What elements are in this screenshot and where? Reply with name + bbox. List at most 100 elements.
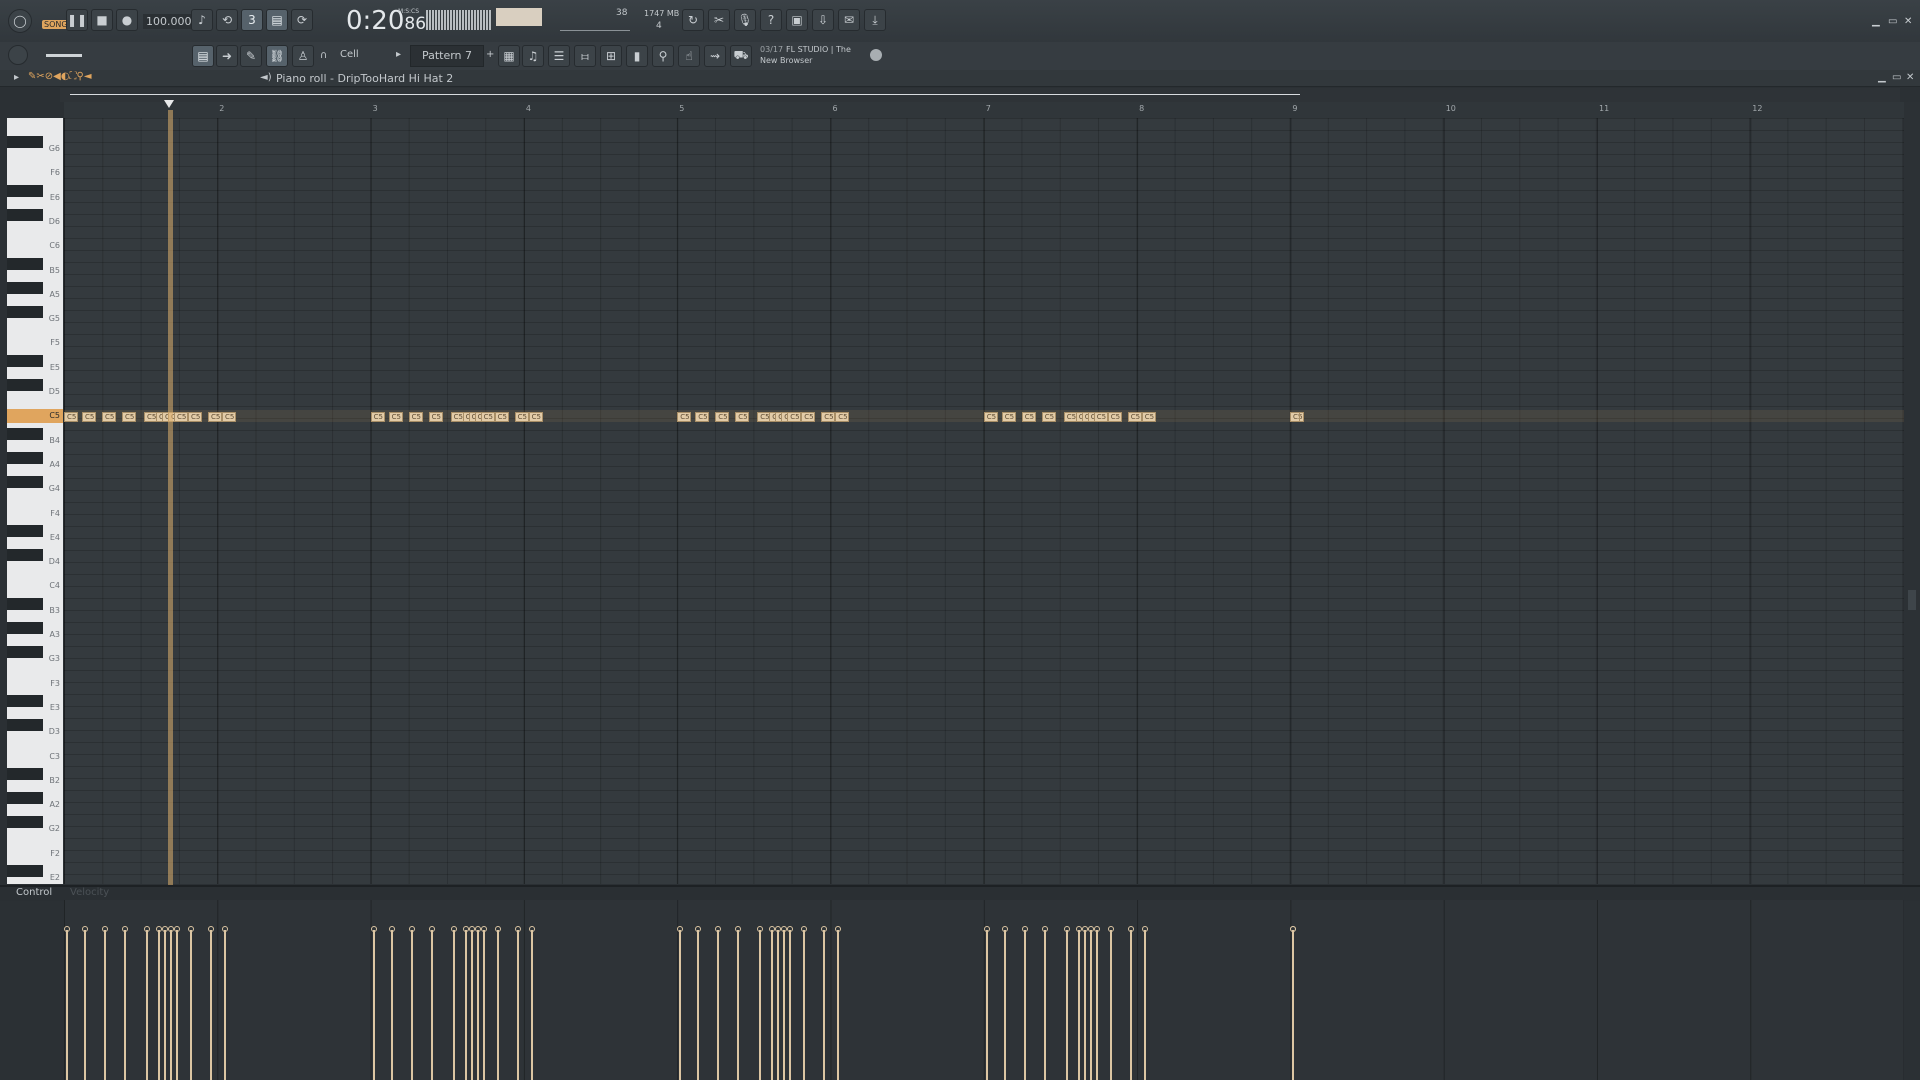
black-key[interactable] [7,816,43,829]
velocity-handle[interactable] [983,926,990,932]
velocity-handle[interactable] [1127,926,1134,932]
velocity-bar[interactable] [410,930,413,1080]
pr-maximize-icon[interactable]: ▭ [1892,72,1901,83]
speaker-icon[interactable]: ◄) [260,72,272,83]
note[interactable]: C5 [735,412,750,422]
velocity-bar[interactable] [1109,930,1112,1080]
note[interactable]: C5 [1107,412,1122,422]
velocity-bar[interactable] [124,930,126,1080]
black-key[interactable] [7,379,43,391]
arrow-tool-icon[interactable]: ➜ [216,45,238,67]
black-key[interactable] [7,354,43,367]
vertical-scrollbar[interactable] [1904,102,1920,884]
velocity-handle[interactable] [1001,926,1008,932]
black-key[interactable] [7,694,43,707]
pattern-prev-icon[interactable]: ▸ [396,49,401,60]
velocity-bar[interactable] [737,930,740,1080]
note[interactable]: C5 [1001,412,1016,422]
stop-button[interactable]: ■ [91,9,113,31]
velocity-handle[interactable] [474,926,481,932]
velocity-handle[interactable] [528,926,535,932]
countdown-icon[interactable]: 3 [241,9,263,31]
black-key[interactable] [7,646,43,659]
pencil-icon[interactable]: ✎ [240,45,262,67]
velocity-bar[interactable] [679,930,682,1080]
note[interactable]: C5 [1021,412,1036,422]
link-icon[interactable]: ⛓ [266,45,288,67]
velocity-bar[interactable] [530,930,533,1080]
velocity-handle[interactable] [1041,926,1048,932]
velocity-bar[interactable] [759,930,762,1080]
pr-close-icon[interactable]: ✕ [1906,72,1914,83]
velocity-bar[interactable] [1043,930,1046,1080]
black-key[interactable] [7,427,43,440]
velocity-handle[interactable] [735,926,742,932]
velocity-handle[interactable] [102,926,108,932]
main-menu-icon[interactable]: ◯ [8,9,32,33]
note[interactable]: C5 [174,412,188,422]
pattern-overview[interactable] [60,88,1900,102]
velocity-bar[interactable] [470,930,473,1080]
black-key[interactable] [7,792,43,805]
touch-keyboard-icon[interactable]: ☝ [678,45,700,67]
minimize-icon[interactable]: ▁ [1872,16,1880,27]
velocity-bar[interactable] [66,930,68,1080]
note[interactable]: C5 [821,412,836,422]
timeline-ruler[interactable]: 2 3 4 5 6 7 8 9 10 11 12 [64,100,1904,119]
playhead-marker-icon[interactable] [164,100,174,108]
velocity-bar[interactable] [1143,930,1146,1080]
velocity-handle[interactable] [480,926,487,932]
pr-minimize-icon[interactable]: ▁ [1878,72,1886,83]
black-key[interactable] [7,767,43,780]
piano-keyboard[interactable]: G6 F6 E6 D6 C6 B5 A5 G5 F5 E5 D5 C5 B4 A4 G4 F4 E4 D4 C4 B3… [7,118,63,884]
velocity-handle[interactable] [122,926,128,932]
velocity-handle[interactable] [835,926,842,932]
globe-icon[interactable] [870,49,882,61]
playlist-window-icon[interactable]: ▦ [498,45,520,67]
snap-selector[interactable]: Cell [340,49,359,60]
velocity-bar[interactable] [464,930,467,1080]
piano-roll-window-icon[interactable]: ♫ [522,45,544,67]
shop-icon[interactable]: ⛟ [730,45,752,67]
velocity-bar[interactable] [1065,930,1068,1080]
news-line2[interactable]: New Browser [760,56,812,65]
tools-icon[interactable]: ✂ [708,9,730,31]
velocity-handle[interactable] [1075,926,1082,932]
velocity-bar[interactable] [224,930,226,1080]
note-grid[interactable]: C5 C5 C5 C5 C5 C5 C5 C5 C5 C5 C5 C5 C5 C5 C5 C5 C5 C5 C5 C5… [64,118,1904,884]
note[interactable]: C5 [1141,412,1156,422]
note[interactable]: C5 [480,412,495,422]
tempo-tapper-icon[interactable]: ⇝ [704,45,726,67]
black-key[interactable] [7,524,43,537]
black-key[interactable] [7,476,43,489]
stamp-icon[interactable]: ♙ [292,45,314,67]
velocity-handle[interactable] [468,926,475,932]
velocity-bar[interactable] [777,930,780,1080]
piano-roll-menu-icon[interactable]: ▸ [14,72,19,83]
note[interactable]: C5 [835,412,850,422]
velocity-handle[interactable] [208,926,214,932]
maximize-icon[interactable]: ▭ [1888,16,1897,27]
note[interactable]: C5 [122,412,136,422]
velocity-bar[interactable] [1089,930,1092,1080]
black-key[interactable] [7,208,43,221]
note[interactable]: C5 [695,412,710,422]
black-key[interactable] [7,306,43,319]
pattern-selector[interactable]: Pattern 7 [410,45,484,67]
note[interactable]: C5 [388,412,403,422]
velocity-handle[interactable] [1081,926,1088,932]
velocity-handle[interactable] [715,926,722,932]
velocity-handle[interactable] [222,926,228,932]
velocity-bar[interactable] [390,930,393,1080]
velocity-handle[interactable] [174,926,180,932]
step-edit-icon[interactable]: ▤ [266,9,288,31]
velocity-handle[interactable] [388,926,395,932]
add-pattern-icon[interactable]: + [486,49,494,60]
magnet-icon[interactable]: ∩ [320,50,327,61]
help-icon[interactable]: ? [760,9,782,31]
velocity-handle[interactable] [428,926,435,932]
note[interactable]: C5 [1127,412,1142,422]
velocity-handle[interactable] [462,926,469,932]
velocity-bar[interactable] [803,930,806,1080]
note[interactable]: C5 [188,412,202,422]
